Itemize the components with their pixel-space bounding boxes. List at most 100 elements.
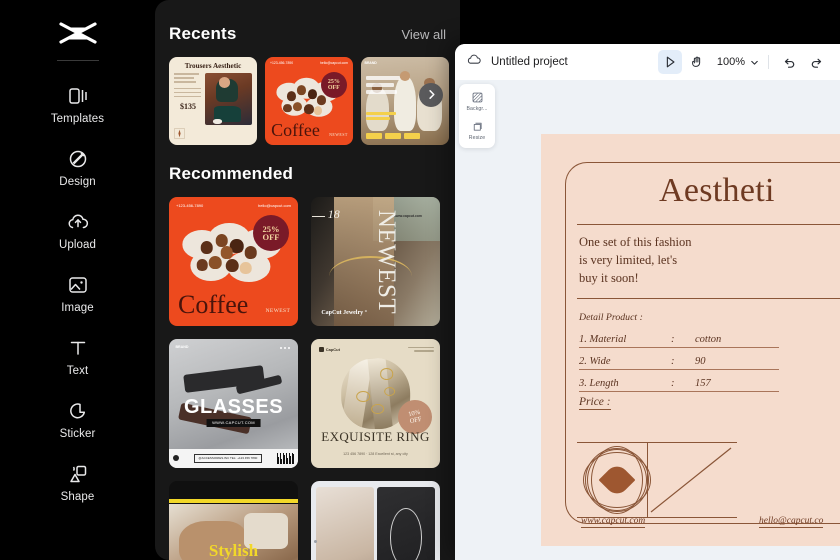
canvas-detail-label[interactable]: Detail Product :: [579, 312, 643, 323]
recommended-title: Recommended: [169, 164, 294, 183]
recommended-card-glasses[interactable]: BRAND GLASSES WWW.CAPCUT.COM @ACCESSORIE…: [169, 339, 298, 468]
glasses-brand: BRAND: [175, 345, 189, 350]
resize-icon: [473, 122, 482, 131]
sidebar-item-text[interactable]: Text: [0, 325, 155, 388]
coffee-card-title: Coffee: [271, 119, 320, 140]
sidebar-label-text: Text: [66, 365, 89, 377]
canvas-logo-block[interactable]: [577, 436, 737, 524]
background-label: Backgr...: [466, 106, 488, 112]
trousers-card-title: Trousers Aesthetic: [184, 62, 242, 70]
recommended-card-ring[interactable]: CapCut 10% OFF EXQUISITE RING 123 456 78…: [311, 339, 440, 468]
sidebar-item-image[interactable]: Image: [0, 262, 155, 325]
canvas-detail-row[interactable]: 2. Wide : 90: [579, 356, 779, 370]
background-button[interactable]: Backgr...: [459, 91, 495, 112]
editor-tools: 100%: [657, 50, 828, 74]
editor-window: Untitled project 100% Backgr... Resize A…: [455, 44, 840, 560]
ring-badge-off: OFF: [409, 415, 423, 425]
family-card-subtext: [366, 112, 397, 122]
canvas-rule-mid: [577, 298, 840, 300]
resize-label: Resize: [468, 135, 486, 141]
capcut-logo[interactable]: [48, 14, 108, 54]
ring-header-lines: [407, 346, 434, 354]
shape-icon: [66, 462, 90, 486]
jewelry-newest-text: NEWEST: [372, 209, 400, 314]
coffee-card-badge: 25% OFF: [320, 71, 347, 98]
undo-icon: [784, 58, 794, 68]
ring-brand: CapCut: [318, 346, 340, 352]
coffee-large-newest: NEWEST: [265, 308, 291, 315]
glasses-dots: [280, 346, 291, 349]
sidebar-item-shape[interactable]: Shape: [0, 451, 155, 514]
project-title[interactable]: Untitled project: [491, 56, 568, 68]
sidebar-label-design: Design: [59, 176, 96, 188]
coffee-card-email: hello@capcut.com: [320, 61, 348, 65]
recent-card-trousers[interactable]: Trousers Aesthetic $135: [169, 57, 257, 145]
left-sidebar: Templates Design Upload Image Text Stick…: [0, 0, 155, 560]
background-icon: [472, 92, 482, 103]
upload-icon: [66, 210, 90, 234]
image-icon: [66, 273, 90, 297]
canvas-price-label[interactable]: Price :: [579, 396, 611, 410]
ring-title: EXQUISITE RING: [321, 428, 430, 444]
canvas-rule-top: [577, 224, 840, 226]
cursor-icon: [666, 56, 675, 68]
recommended-card-stylish-rings[interactable]: Stylish Rings: [169, 481, 298, 560]
view-all-link[interactable]: View all: [401, 27, 446, 42]
sidebar-label-image: Image: [61, 302, 94, 314]
recent-card-coffee[interactable]: +123-456-7890 hello@capcut.com 25% OFF C…: [265, 57, 353, 145]
jewelry-number: 18: [311, 207, 340, 222]
glasses-subtitle: WWW.CAPCUT.COM: [206, 418, 261, 427]
family-card-brand: BRAND: [364, 60, 377, 65]
redo-icon: [811, 58, 821, 68]
coffee-large-email: hello@capcut.com: [258, 203, 291, 208]
canvas-website-link[interactable]: www.capcut.com: [581, 516, 646, 528]
recents-next-button[interactable]: [419, 82, 443, 107]
select-tool-button[interactable]: [657, 50, 682, 74]
coffee-large-badge: 25% OFF: [252, 215, 289, 252]
chevron-right-icon: [428, 90, 435, 99]
recents-row: Trousers Aesthetic $135 +123-456-7890 he…: [155, 44, 460, 145]
necklace-icon: [389, 508, 423, 560]
glasses-title: GLASSES: [183, 395, 284, 418]
sidebar-label-templates: Templates: [50, 113, 105, 125]
undo-button[interactable]: [777, 50, 801, 74]
canvas-detail-row[interactable]: 1. Material : cotton: [579, 334, 779, 348]
recommended-card-jewelry[interactable]: 18 www.capcut.com NEWEST CapCut Jewelry …: [311, 197, 440, 326]
glasses-label: @ACCESSORIES.INC TEL: +123 456 7890: [193, 453, 263, 463]
coffee-large-badge-off: OFF: [262, 232, 280, 243]
hand-icon: [691, 56, 701, 67]
recommended-card-coffee[interactable]: +123-456-7890 hello@capcut.com 25% OFF C…: [169, 197, 298, 326]
sidebar-item-design[interactable]: Design: [0, 136, 155, 199]
logo-circles: [583, 446, 651, 514]
coffee-large-title: Coffee: [178, 289, 249, 319]
canvas-intro-text[interactable]: One set of this fashion is very limited,…: [579, 234, 691, 287]
coffee-card-phone: +123-456-7890: [270, 61, 294, 65]
logo-diagonal: [650, 447, 732, 513]
sidebar-item-templates[interactable]: Templates: [0, 73, 155, 136]
recents-title: Recents: [169, 24, 237, 43]
sidebar-item-sticker[interactable]: Sticker: [0, 388, 155, 451]
canvas-detail-row[interactable]: 3. Length : 157: [579, 378, 779, 392]
hand-tool-button[interactable]: [685, 50, 709, 74]
canvas-email-link[interactable]: hello@capcut.co: [759, 516, 824, 528]
recommended-grid: +123-456-7890 hello@capcut.com 25% OFF C…: [155, 184, 460, 560]
redo-button[interactable]: [804, 50, 828, 74]
editor-toolbar: Untitled project 100%: [455, 44, 840, 80]
coffee-card-newest: NEWEST: [329, 132, 348, 138]
phone-screen-left: [316, 487, 374, 560]
sidebar-label-upload: Upload: [58, 239, 97, 251]
sidebar-item-upload[interactable]: Upload: [0, 199, 155, 262]
recommended-card-phone-mockup[interactable]: [311, 481, 440, 560]
zoom-level[interactable]: 100%: [717, 56, 745, 68]
canvas-heading[interactable]: Aestheti: [659, 172, 775, 210]
glasses-footer-bar: @ACCESSORIES.INC TEL: +123 456 7890: [169, 448, 298, 468]
resize-button[interactable]: Resize: [459, 120, 495, 141]
trousers-card-price: $135: [180, 102, 197, 111]
design-canvas[interactable]: Aestheti One set of this fashion is very…: [541, 134, 840, 546]
chevron-down-icon: [751, 60, 758, 65]
sidebar-divider: [56, 60, 99, 61]
sticker-icon: [66, 399, 90, 423]
cloud-sync-icon: [466, 52, 482, 73]
trousers-card-ornament: [174, 128, 185, 139]
zoom-chevron-button[interactable]: [749, 57, 760, 68]
